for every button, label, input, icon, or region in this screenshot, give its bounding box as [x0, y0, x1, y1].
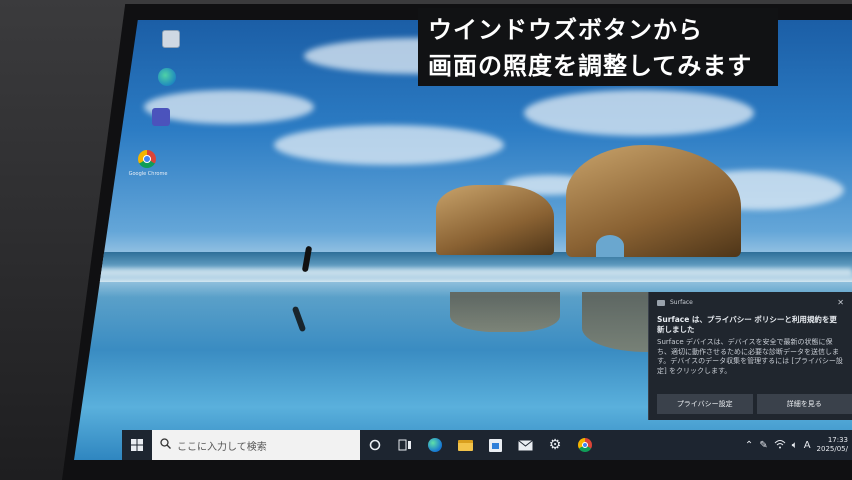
- edge-icon[interactable]: [420, 430, 450, 460]
- wave: [74, 268, 852, 276]
- search-box[interactable]: ここに入力して検索: [152, 430, 360, 460]
- chrome-icon[interactable]: [138, 150, 156, 168]
- chevron-up-icon[interactable]: ⌃: [745, 440, 753, 451]
- desktop-icon-label: Google Chrome: [128, 171, 168, 177]
- cloud: [274, 125, 504, 165]
- close-icon[interactable]: ✕: [837, 298, 844, 307]
- clock[interactable]: 17:33 2025/05/: [817, 436, 848, 454]
- rock-left: [436, 185, 554, 255]
- file-explorer-icon[interactable]: [450, 430, 480, 460]
- desktop-screen: Google Chrome Surface ✕ Surface は、プライバシー…: [74, 20, 852, 460]
- notification-toast[interactable]: Surface ✕ Surface は、プライバシー ポリシーと利用規約を更新し…: [648, 292, 852, 420]
- recycle-bin-icon[interactable]: [162, 30, 180, 48]
- task-view-icon[interactable]: [390, 430, 420, 460]
- rock-right: [566, 145, 741, 257]
- pen-icon[interactable]: ✎: [759, 440, 767, 451]
- teams-icon[interactable]: [152, 108, 170, 126]
- taskbar: ここに入力して検索 ⚙ ⌃ ✎ 🔈︎ A 17:33 2025/05/: [122, 430, 852, 460]
- system-tray: ⌃ ✎ 🔈︎ A 17:33 2025/05/: [745, 436, 852, 454]
- toast-header: Surface ✕: [649, 292, 852, 307]
- cloud: [524, 90, 754, 136]
- surface-app-icon: [657, 299, 665, 306]
- search-icon: [160, 438, 171, 452]
- wifi-icon[interactable]: [774, 439, 786, 452]
- clock-time: 17:33: [827, 436, 848, 444]
- settings-icon[interactable]: ⚙: [540, 430, 570, 460]
- caption-line-2: 画面の照度を調整してみます: [428, 52, 753, 80]
- caption-line-1: ウインドウズボタンから: [428, 16, 703, 44]
- runner-reflection: [291, 305, 307, 333]
- start-icon[interactable]: [122, 430, 152, 460]
- edge-icon[interactable]: [158, 68, 176, 86]
- cortana-icon[interactable]: [360, 430, 390, 460]
- rock-arch: [596, 235, 624, 257]
- store-icon[interactable]: [480, 430, 510, 460]
- privacy-settings-button[interactable]: プライバシー設定: [657, 394, 753, 414]
- toast-buttons: プライバシー設定 詳細を見る: [657, 394, 852, 414]
- rock-reflection: [450, 292, 560, 332]
- toast-app-name: Surface: [670, 299, 693, 306]
- toast-body: Surface デバイスは、デバイスを安全で最新の状態に保ち、適切に動作させるた…: [657, 338, 843, 375]
- search-placeholder: ここに入力して検索: [177, 441, 267, 453]
- chrome-icon[interactable]: [570, 430, 600, 460]
- video-caption: ウインドウズボタンから 画面の照度を調整してみます: [418, 8, 778, 86]
- toast-title: Surface は、プライバシー ポリシーと利用規約を更新しました: [657, 315, 837, 334]
- ime-indicator[interactable]: A: [804, 440, 811, 451]
- mail-icon[interactable]: [510, 430, 540, 460]
- volume-icon[interactable]: 🔈︎: [792, 440, 798, 451]
- clock-date: 2025/05/: [816, 445, 848, 453]
- details-button[interactable]: 詳細を見る: [756, 394, 852, 414]
